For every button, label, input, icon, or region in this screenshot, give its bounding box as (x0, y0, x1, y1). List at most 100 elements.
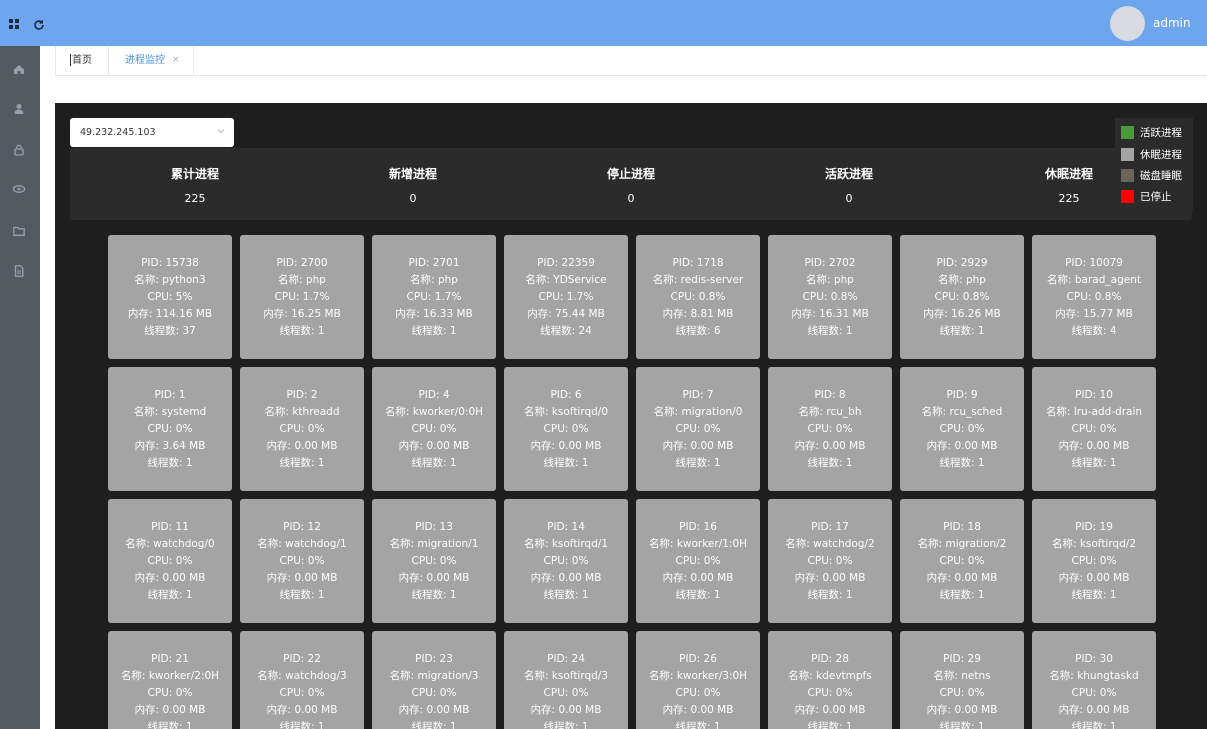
process-card[interactable]: PID: 29 名称: netns CPU: 0% 内存: 0.00 MB 线程数: 1 (900, 631, 1024, 729)
process-cpu: CPU: 0% (411, 554, 457, 567)
tab-home-label: 首页 (72, 55, 92, 66)
process-pid: PID: 16 (679, 520, 717, 533)
status-legend: 活跃进程 休眠进程 磁盘睡眠 已停止 (1115, 118, 1193, 210)
process-pid: PID: 30 (1075, 652, 1113, 665)
process-card[interactable]: PID: 2701 名称: php CPU: 1.7% 内存: 16.33 MB 线程数… (372, 235, 496, 359)
process-pid: PID: 18 (943, 520, 981, 533)
process-pid: PID: 17 (811, 520, 849, 533)
process-pid: PID: 14 (547, 520, 585, 533)
user-icon[interactable] (8, 98, 30, 120)
process-threads: 线程数: 1 (279, 720, 325, 729)
process-card[interactable]: PID: 15738 名称: python3 CPU: 5% 内存: 114.16 M… (108, 235, 232, 359)
process-mem: 内存: 0.00 MB (266, 571, 338, 584)
process-name: 名称: watchdog/3 (257, 669, 347, 682)
process-card[interactable]: PID: 2702 名称: php CPU: 0.8% 内存: 16.31 MB 线程数… (768, 235, 892, 359)
legend-swatch (1121, 190, 1134, 203)
document-icon[interactable] (8, 260, 30, 282)
process-cpu: CPU: 1.7% (406, 290, 462, 303)
process-card[interactable]: PID: 14 名称: ksoftirqd/1 CPU: 0% 内存: 0.00 MB… (504, 499, 628, 623)
tab-home[interactable]: 首页 (55, 46, 109, 75)
process-threads: 线程数: 1 (279, 324, 325, 337)
process-pid: PID: 12 (283, 520, 321, 533)
process-card[interactable]: PID: 19 名称: ksoftirqd/2 CPU: 0% 内存: 0.00 MB… (1032, 499, 1156, 623)
process-mem: 内存: 0.00 MB (794, 439, 866, 452)
process-card[interactable]: PID: 2700 名称: php CPU: 1.7% 内存: 16.25 MB 线程数… (240, 235, 364, 359)
process-pid: PID: 11 (151, 520, 189, 533)
process-card[interactable]: PID: 26 名称: kworker/3:0H CPU: 0% 内存: 0.00 M… (636, 631, 760, 729)
process-name: 名称: ksoftirqd/0 (523, 405, 609, 418)
process-card[interactable]: PID: 28 名称: kdevtmpfs CPU: 0% 内存: 0.00 MB 线程… (768, 631, 892, 729)
process-card[interactable]: PID: 22 名称: watchdog/3 CPU: 0% 内存: 0.00 MB 线… (240, 631, 364, 729)
process-card[interactable]: PID: 8 名称: rcu_bh CPU: 0% 内存: 0.00 MB 线程数: 1 (768, 367, 892, 491)
process-card[interactable]: PID: 1 名称: systemd CPU: 0% 内存: 3.64 MB 线程数: … (108, 367, 232, 491)
process-name: 名称: watchdog/2 (785, 537, 875, 550)
process-card[interactable]: PID: 2 名称: kthreadd CPU: 0% 内存: 0.00 MB 线程数:… (240, 367, 364, 491)
process-name: 名称: kworker/1:0H (648, 537, 748, 550)
avatar[interactable] (1110, 6, 1145, 41)
process-card[interactable]: PID: 9 名称: rcu_sched CPU: 0% 内存: 0.00 MB 线程数… (900, 367, 1024, 491)
process-threads: 线程数: 1 (147, 588, 193, 601)
server-select[interactable]: 49.232.245.103 (70, 118, 234, 147)
process-card[interactable]: PID: 10079 名称: barad_agent CPU: 0.8% 内存: 15… (1032, 235, 1156, 359)
process-card[interactable]: PID: 13 名称: migration/1 CPU: 0% 内存: 0.00 MB… (372, 499, 496, 623)
process-threads: 线程数: 1 (147, 456, 193, 469)
stat-value: 0 (845, 192, 853, 205)
process-mem: 内存: 75.44 MB (527, 307, 605, 320)
process-threads: 线程数: 1 (279, 456, 325, 469)
process-threads: 线程数: 1 (1071, 588, 1117, 601)
process-threads: 线程数: 1 (807, 588, 853, 601)
process-card[interactable]: PID: 1718 名称: redis-server CPU: 0.8% 内存: 8.… (636, 235, 760, 359)
stat-label: 停止进程 (606, 167, 655, 181)
process-pid: PID: 7 (682, 388, 714, 401)
refresh-icon[interactable] (33, 16, 45, 30)
process-pid: PID: 9 (946, 388, 978, 401)
process-pid: PID: 2929 (936, 256, 988, 269)
stat-label: 新增进程 (388, 167, 437, 181)
process-threads: 线程数: 1 (411, 324, 457, 337)
process-threads: 线程数: 1 (1071, 456, 1117, 469)
process-card[interactable]: PID: 4 名称: kworker/0:0H CPU: 0% 内存: 0.00 MB… (372, 367, 496, 491)
process-card[interactable]: PID: 7 名称: migration/0 CPU: 0% 内存: 0.00 MB 线… (636, 367, 760, 491)
process-threads: 线程数: 1 (411, 588, 457, 601)
process-mem: 内存: 114.16 MB (127, 307, 213, 320)
process-name: 名称: lru-add-drain (1045, 405, 1143, 418)
process-cpu: CPU: 0% (939, 686, 985, 699)
process-card[interactable]: PID: 23 名称: migration/3 CPU: 0% 内存: 0.00 MB… (372, 631, 496, 729)
tab-process-monitor[interactable]: 进程监控 × (109, 46, 194, 75)
process-card[interactable]: PID: 21 名称: kworker/2:0H CPU: 0% 内存: 0.00 M… (108, 631, 232, 729)
process-pid: PID: 23 (415, 652, 453, 665)
process-card[interactable]: PID: 17 名称: watchdog/2 CPU: 0% 内存: 0.00 MB 线… (768, 499, 892, 623)
process-card[interactable]: PID: 24 名称: ksoftirqd/3 CPU: 0% 内存: 0.00 MB… (504, 631, 628, 729)
tab-close-icon[interactable]: × (172, 46, 180, 75)
process-card[interactable]: PID: 16 名称: kworker/1:0H CPU: 0% 内存: 0.00 M… (636, 499, 760, 623)
process-cpu: CPU: 0% (1071, 554, 1117, 567)
process-cpu: CPU: 0% (543, 686, 589, 699)
process-card[interactable]: PID: 11 名称: watchdog/0 CPU: 0% 内存: 0.00 MB 线… (108, 499, 232, 623)
process-mem: 内存: 0.00 MB (530, 703, 602, 716)
process-pid: PID: 19 (1075, 520, 1113, 533)
eye-icon[interactable] (8, 178, 30, 200)
home-icon[interactable] (8, 58, 30, 80)
process-mem: 内存: 0.00 MB (398, 439, 470, 452)
process-card[interactable]: PID: 22359 名称: YDService CPU: 1.7% 内存: 75.4… (504, 235, 628, 359)
process-card[interactable]: PID: 10 名称: lru-add-drain CPU: 0% 内存: 0.00 … (1032, 367, 1156, 491)
process-cpu: CPU: 0% (807, 554, 853, 567)
process-name: 名称: ksoftirqd/2 (1051, 537, 1137, 550)
process-card[interactable]: PID: 30 名称: khungtaskd CPU: 0% 内存: 0.00 MB 线… (1032, 631, 1156, 729)
legend-swatch (1121, 148, 1134, 161)
process-name: 名称: migration/2 (917, 537, 1007, 550)
folder-icon[interactable] (8, 220, 30, 242)
process-card[interactable]: PID: 12 名称: watchdog/1 CPU: 0% 内存: 0.00 MB 线… (240, 499, 364, 623)
process-cpu: CPU: 0% (807, 422, 853, 435)
user-name[interactable]: admin (1153, 16, 1191, 30)
grid-icon[interactable] (9, 19, 19, 29)
process-card[interactable]: PID: 2929 名称: php CPU: 0.8% 内存: 16.26 MB 线程数… (900, 235, 1024, 359)
process-cpu: CPU: 0% (675, 686, 721, 699)
process-pid: PID: 10079 (1065, 256, 1123, 269)
tab-bar: 首页 进程监控 × (55, 46, 1207, 76)
process-mem: 内存: 0.00 MB (266, 703, 338, 716)
lock-icon[interactable] (8, 139, 30, 161)
process-card[interactable]: PID: 6 名称: ksoftirqd/0 CPU: 0% 内存: 0.00 MB 线… (504, 367, 628, 491)
process-card[interactable]: PID: 18 名称: migration/2 CPU: 0% 内存: 0.00 MB… (900, 499, 1024, 623)
process-threads: 线程数: 1 (1071, 720, 1117, 729)
